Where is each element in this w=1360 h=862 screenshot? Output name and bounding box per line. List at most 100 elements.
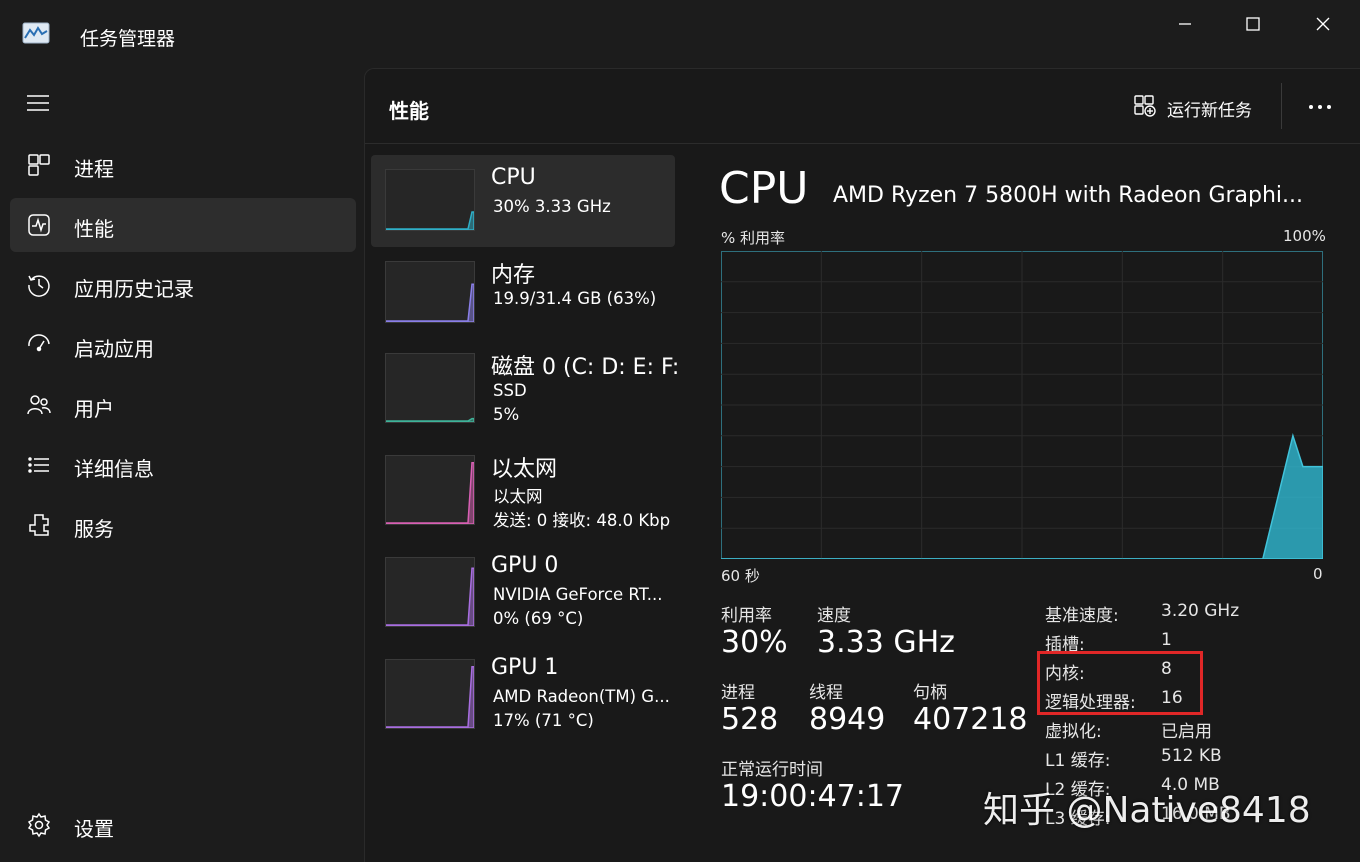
speed-label: 速度 <box>817 606 851 626</box>
resource-detail: 0% (69 °C) <box>493 609 584 628</box>
resource-item-cpu[interactable]: CPU 30% 3.33 GHz <box>371 155 675 247</box>
detail-key: 基准速度: <box>1045 606 1119 626</box>
detail-key: L1 缓存: <box>1045 751 1111 771</box>
highlight-box <box>1037 651 1203 715</box>
uptime-label: 正常运行时间 <box>721 760 823 780</box>
sidebar-item-label: 详细信息 <box>74 457 154 481</box>
mini-graph-area <box>385 462 475 525</box>
sidebar-nav: 进程 性能 应用历史记录 启动应用 用户 详细信息 服务 设置 <box>0 68 364 862</box>
resource-name: CPU <box>491 165 536 190</box>
sidebar-item-processes[interactable]: 进程 <box>10 138 356 192</box>
resource-mini-graph <box>385 455 475 525</box>
util-label: 利用率 <box>721 606 772 626</box>
maximize-button[interactable] <box>1230 10 1276 38</box>
sidebar-item-label: 启动应用 <box>74 337 154 361</box>
sidebar-item-label: 性能 <box>74 217 114 241</box>
cpu-model-name: AMD Ryzen 7 5800H with Radeon Graphi... <box>833 183 1304 208</box>
resource-detail: 5% <box>493 405 520 424</box>
sidebar-item-label: 应用历史记录 <box>74 277 194 301</box>
sidebar-item-label: 服务 <box>74 517 114 541</box>
resource-detail: AMD Radeon(TM) G... <box>493 687 670 706</box>
util-axis-max: 100% <box>1283 227 1326 245</box>
performance-icon <box>26 212 52 238</box>
time-axis-right: 0 <box>1313 565 1323 583</box>
detail-key: 虚拟化: <box>1045 722 1102 742</box>
thread-count-value: 8949 <box>809 702 886 737</box>
resource-detail: SSD <box>493 381 527 400</box>
processes-icon <box>26 152 52 178</box>
watermark-text: 知乎 @Native8418 <box>983 790 1311 831</box>
resource-item-disk[interactable]: 磁盘 0 (C: D: E: F: SSD 5% <box>371 339 679 431</box>
mini-graph-area <box>385 211 475 231</box>
resource-detail: NVIDIA GeForce RT... <box>493 585 663 604</box>
history-icon <box>26 272 52 298</box>
resource-detail: 30% 3.33 GHz <box>493 197 611 216</box>
speed-value: 3.33 GHz <box>817 625 955 660</box>
resource-item-gpu0[interactable]: GPU 0 NVIDIA GeForce RT... 0% (69 °C) <box>371 543 675 635</box>
handle-count-value: 407218 <box>913 702 1028 737</box>
mini-graph-area <box>385 567 475 627</box>
header-divider <box>1281 83 1282 129</box>
title-bar: 任务管理器 <box>0 0 1360 68</box>
util-value: 30% <box>721 625 788 660</box>
more-options-icon[interactable] <box>1305 95 1335 119</box>
resource-mini-graph <box>385 169 475 231</box>
sidebar-item-label: 用户 <box>74 397 114 421</box>
detail-value: 1 <box>1161 630 1172 650</box>
handle-count-label: 句柄 <box>913 683 947 703</box>
minimize-button[interactable] <box>1162 10 1208 38</box>
sidebar-item-services[interactable]: 服务 <box>10 498 356 552</box>
resource-detail: 19.9/31.4 GB (63%) <box>493 289 657 308</box>
task-manager-app-icon <box>22 22 50 44</box>
mini-graph-area <box>385 417 475 423</box>
resource-name: GPU 0 <box>491 553 559 578</box>
run-task-label: 运行新任务 <box>1167 100 1252 121</box>
window-title: 任务管理器 <box>80 28 176 50</box>
page-title: 性能 <box>389 99 429 123</box>
header-divider-line <box>365 143 1360 144</box>
process-count-value: 528 <box>721 702 779 737</box>
resource-mini-graph <box>385 261 475 323</box>
detail-value: 3.20 GHz <box>1161 601 1240 621</box>
resource-item-gpu1[interactable]: GPU 1 AMD Radeon(TM) G... 17% (71 °C) <box>371 645 675 737</box>
util-axis-label: % 利用率 <box>721 229 786 247</box>
thread-count-label: 线程 <box>809 683 843 703</box>
sidebar-item-label: 进程 <box>74 157 114 181</box>
uptime-value: 19:00:47:17 <box>721 779 905 814</box>
services-icon <box>26 512 52 538</box>
hamburger-menu-icon[interactable] <box>26 94 50 112</box>
startup-icon <box>26 332 52 358</box>
sidebar-item-users[interactable]: 用户 <box>10 378 356 432</box>
sidebar-item-startup-apps[interactable]: 启动应用 <box>10 318 356 372</box>
sidebar-item-app-history[interactable]: 应用历史记录 <box>10 258 356 312</box>
run-new-task-button[interactable]: 运行新任务 <box>1133 93 1252 123</box>
resource-name: 磁盘 0 (C: D: E: F: <box>491 355 680 380</box>
close-button[interactable] <box>1300 10 1346 38</box>
gear-icon <box>26 812 52 838</box>
resource-detail: 发送: 0 接收: 48.0 Kbp <box>493 511 671 530</box>
resource-detail: 以太网 <box>493 487 543 506</box>
cpu-utilization-graph <box>721 251 1323 559</box>
cpu-heading: CPU <box>719 163 809 214</box>
resource-item-ethernet[interactable]: 以太网 以太网 发送: 0 接收: 48.0 Kbp <box>371 441 675 533</box>
time-axis-left: 60 秒 <box>721 567 760 585</box>
resource-name: 内存 <box>491 263 536 288</box>
resource-item-memory[interactable]: 内存 19.9/31.4 GB (63%) <box>371 247 675 339</box>
resource-mini-graph <box>385 659 475 729</box>
resource-name: 以太网 <box>491 457 558 482</box>
detail-value: 512 KB <box>1161 746 1222 766</box>
mini-graph-area <box>385 666 475 729</box>
details-icon <box>26 452 52 478</box>
users-icon <box>26 392 52 418</box>
sidebar-item-performance[interactable]: 性能 <box>10 198 356 252</box>
resource-mini-graph <box>385 353 475 423</box>
main-panel: 性能 运行新任务 CPU 30% 3.33 GHz 内存 19.9/31.4 G… <box>364 68 1360 862</box>
sidebar-item-settings[interactable]: 设置 <box>10 798 356 852</box>
resource-mini-graph <box>385 557 475 627</box>
mini-graph-area <box>385 283 475 323</box>
sidebar-item-label: 设置 <box>74 817 114 841</box>
resource-name: GPU 1 <box>491 655 559 680</box>
process-count-label: 进程 <box>721 683 755 703</box>
sidebar-item-details[interactable]: 详细信息 <box>10 438 356 492</box>
resource-detail: 17% (71 °C) <box>493 711 594 730</box>
